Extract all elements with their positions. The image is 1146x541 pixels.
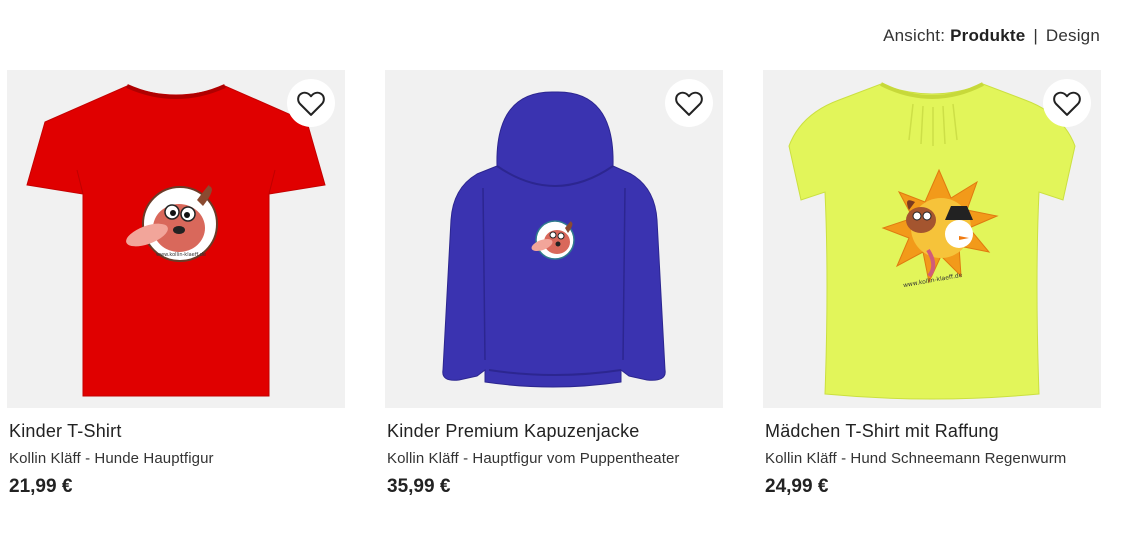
view-toggle: Ansicht: Produkte | Design — [883, 26, 1100, 46]
product-title[interactable]: Mädchen T-Shirt mit Raffung — [763, 421, 1101, 442]
product-subtitle: Kollin Kläff - Hauptfigur vom Puppenthea… — [387, 450, 680, 467]
view-toggle-label: Ansicht: — [883, 26, 946, 45]
heart-icon — [675, 91, 703, 116]
product-price: 35,99 € — [387, 476, 451, 497]
wishlist-button[interactable] — [1043, 79, 1091, 127]
product-subtitle: Kollin Kläff - Hunde Hauptfigur — [9, 450, 214, 467]
product-price: 24,99 € — [765, 476, 829, 497]
heart-icon — [297, 91, 325, 116]
product-title[interactable]: Kinder Premium Kapuzenjacke — [385, 421, 723, 442]
heart-icon — [1053, 91, 1081, 116]
wishlist-button[interactable] — [287, 79, 335, 127]
product-card[interactable]: Kinder Premium Kapuzenjacke Kollin Kläff… — [385, 70, 723, 498]
product-image[interactable]: www.kollin-klaeff.de — [763, 70, 1101, 408]
view-option-products[interactable]: Produkte — [950, 26, 1025, 45]
product-card[interactable]: www.kollin-klaeff.de Mädchen T-Shirt mit… — [763, 70, 1101, 498]
svg-text:www.kollin-klaeff.de: www.kollin-klaeff.de — [156, 252, 206, 258]
view-toggle-separator: | — [1033, 26, 1038, 45]
product-price: 21,99 € — [9, 476, 73, 497]
wishlist-button[interactable] — [665, 79, 713, 127]
product-grid: www.kollin-klaeff.de Kinder T-Shirt Koll… — [7, 70, 1101, 498]
product-title[interactable]: Kinder T-Shirt — [7, 421, 345, 442]
product-image[interactable] — [385, 70, 723, 408]
product-image[interactable]: www.kollin-klaeff.de — [7, 70, 345, 408]
view-option-design[interactable]: Design — [1046, 26, 1100, 45]
product-subtitle: Kollin Kläff - Hund Schneemann Regenwurm — [765, 450, 1067, 467]
product-card[interactable]: www.kollin-klaeff.de Kinder T-Shirt Koll… — [7, 70, 345, 498]
